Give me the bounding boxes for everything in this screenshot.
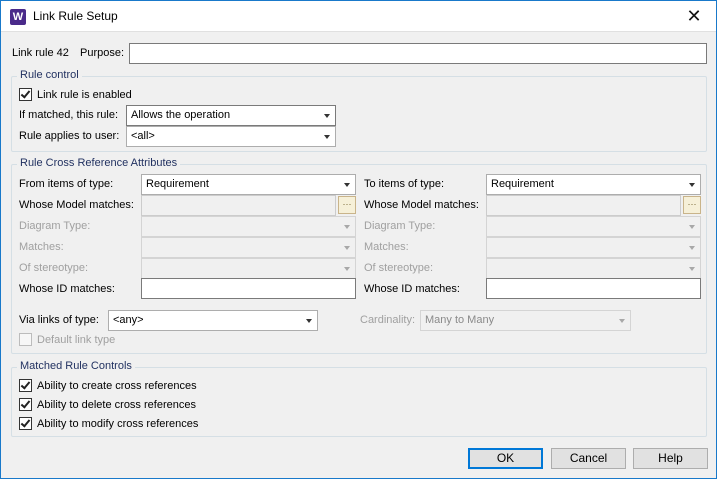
from-matches-label: Matches: [19,241,64,253]
to-matches-select[interactable] [486,237,701,258]
window-title: Link Rule Setup [33,9,118,23]
from-diagram-select[interactable] [141,216,356,237]
from-stereotype-label: Of stereotype: [19,262,89,274]
to-type-select[interactable]: Requirement [486,174,701,195]
create-cross-references-label: Ability to create cross references [37,380,197,392]
to-diagram-label: Diagram Type: [364,220,436,232]
from-diagram-label: Diagram Type: [19,220,91,232]
rule-control-title: Rule control [17,69,82,81]
via-links-select[interactable]: <any> [108,310,318,331]
cardinality-value: Many to Many [425,314,495,326]
rule-number-label: Link rule 42 [12,47,69,59]
if-matched-label: If matched, this rule: [19,109,119,121]
if-matched-value: Allows the operation [131,109,231,121]
matched-rule-controls-title: Matched Rule Controls [17,360,135,372]
help-button[interactable]: Help [633,448,708,469]
modify-cross-references-label: Ability to modify cross references [37,418,199,430]
title-bar: W Link Rule Setup ✕ [1,1,716,32]
default-link-label: Default link type [37,334,116,346]
browse-icon[interactable]: ⋯ [338,196,356,214]
to-type-value: Requirement [491,178,554,190]
cardinality-label: Cardinality: [360,314,416,326]
delete-cross-references-label: Ability to delete cross references [37,399,196,411]
cancel-button[interactable]: Cancel [551,448,626,469]
applies-to-user-value: <all> [131,130,155,142]
chevron-down-icon [344,267,350,271]
to-id-label: Whose ID matches: [364,283,460,295]
cardinality-select[interactable]: Many to Many [420,310,631,331]
ok-button[interactable]: OK [468,448,543,469]
purpose-input[interactable] [129,43,707,64]
applies-to-user-select[interactable]: <all> [126,126,336,147]
to-model-label: Whose Model matches: [364,199,479,211]
chevron-down-icon [689,267,695,271]
browse-icon[interactable]: ⋯ [683,196,701,214]
rule-enabled-label: Link rule is enabled [37,89,132,101]
from-model-input[interactable] [141,195,336,216]
via-links-value: <any> [113,314,144,326]
purpose-label: Purpose: [80,47,125,59]
to-stereotype-label: Of stereotype: [364,262,434,274]
if-matched-select[interactable]: Allows the operation [126,105,336,126]
chevron-down-icon [689,183,695,187]
from-matches-select[interactable] [141,237,356,258]
from-id-input[interactable] [141,278,356,299]
applies-to-user-label: Rule applies to user: [19,130,120,142]
app-icon: W [10,9,26,25]
delete-cross-references-checkbox[interactable] [19,398,32,411]
create-cross-references-checkbox[interactable] [19,379,32,392]
chevron-down-icon [306,319,312,323]
default-link-checkbox[interactable] [19,333,32,346]
to-diagram-select[interactable] [486,216,701,237]
chevron-down-icon [689,246,695,250]
from-type-select[interactable]: Requirement [141,174,356,195]
modify-cross-references-checkbox[interactable] [19,417,32,430]
rule-enabled-checkbox[interactable] [19,88,32,101]
from-model-label: Whose Model matches: [19,199,134,211]
from-stereotype-select[interactable] [141,258,356,279]
to-model-input[interactable] [486,195,681,216]
link-rule-setup-dialog: W Link Rule Setup ✕ Link rule 42 Purpose… [0,0,717,479]
cross-reference-attributes-title: Rule Cross Reference Attributes [17,157,181,169]
chevron-down-icon [344,183,350,187]
chevron-down-icon [689,225,695,229]
chevron-down-icon [619,319,625,323]
close-icon[interactable]: ✕ [676,1,712,32]
chevron-down-icon [344,225,350,229]
chevron-down-icon [324,135,330,139]
to-type-label: To items of type: [364,178,445,190]
to-matches-label: Matches: [364,241,409,253]
via-links-label: Via links of type: [19,314,99,326]
from-type-label: From items of type: [19,178,114,190]
chevron-down-icon [324,114,330,118]
chevron-down-icon [344,246,350,250]
to-id-input[interactable] [486,278,701,299]
to-stereotype-select[interactable] [486,258,701,279]
from-id-label: Whose ID matches: [19,283,115,295]
from-type-value: Requirement [146,178,209,190]
